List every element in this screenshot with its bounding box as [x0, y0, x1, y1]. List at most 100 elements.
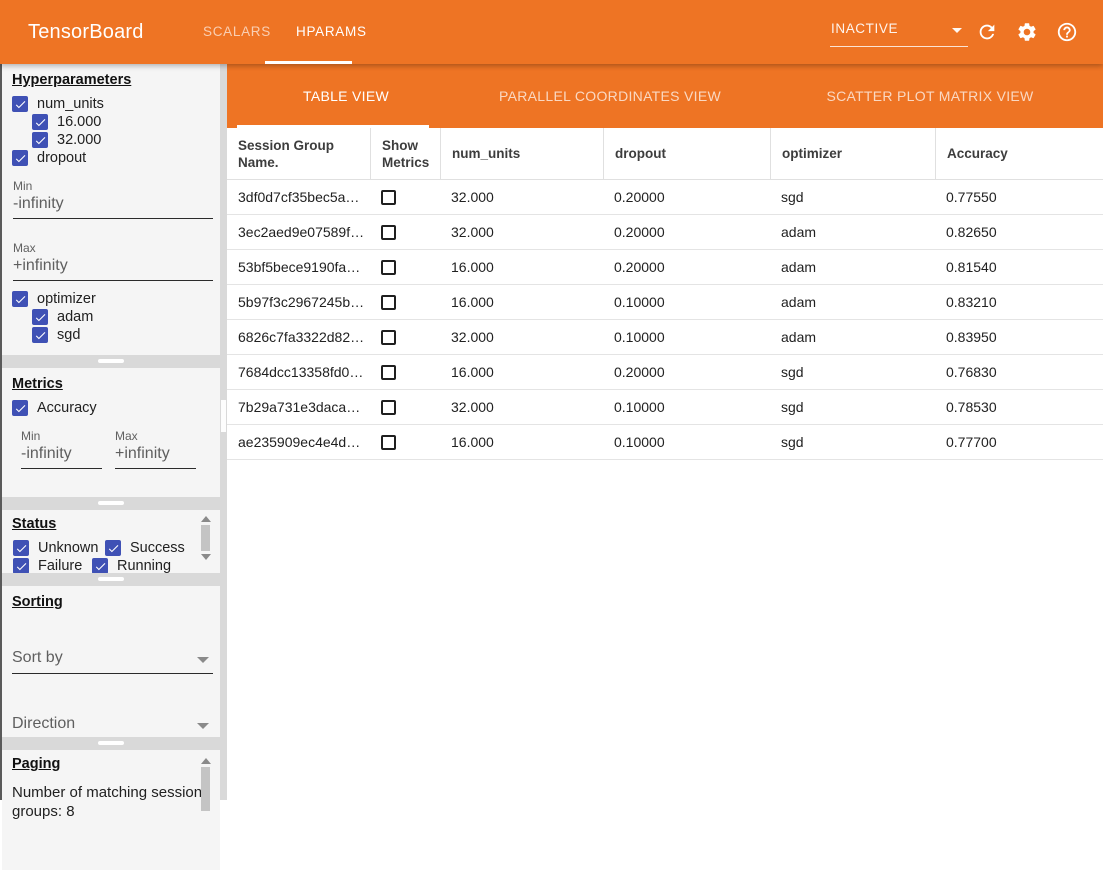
checked-checkbox-icon[interactable] — [13, 558, 29, 573]
section-divider — [2, 737, 220, 750]
optimizer-value: sgd — [770, 189, 935, 205]
session-group-name: 6826c7fa3322d82… — [227, 329, 370, 345]
scrollbar-thumb[interactable] — [201, 525, 210, 551]
sorting-panel: Sorting Sort by Direction — [2, 586, 220, 737]
checked-checkbox-icon[interactable] — [32, 309, 48, 325]
show-metrics-checkbox[interactable] — [381, 260, 396, 275]
sort-by-select[interactable]: Sort by — [12, 649, 213, 674]
main-content: TABLE VIEW PARALLEL COORDINATES VIEW SCA… — [227, 64, 1103, 800]
scroll-down-icon[interactable] — [201, 554, 211, 560]
refresh-button[interactable] — [976, 21, 998, 43]
direction-select[interactable]: Direction — [12, 715, 213, 737]
show-metrics-checkbox[interactable] — [381, 435, 396, 450]
status-failure[interactable]: Failure — [13, 558, 86, 573]
view-tabs-bar: TABLE VIEW PARALLEL COORDINATES VIEW SCA… — [227, 64, 1103, 128]
col-optimizer: optimizer — [770, 128, 935, 179]
table-row: ae235909ec4e4d… 16.000 0.10000 sgd 0.777… — [227, 425, 1103, 460]
show-metrics-checkbox[interactable] — [381, 330, 396, 345]
run-status-value: INACTIVE — [831, 21, 898, 36]
checked-checkbox-icon[interactable] — [12, 150, 28, 166]
table-row: 53bf5bece9190fa… 16.000 0.20000 adam 0.8… — [227, 250, 1103, 285]
session-group-name: 3df0d7cf35bec5a… — [227, 189, 370, 205]
dropout-max-field[interactable]: Max +infinity — [13, 241, 213, 281]
dropout-value: 0.20000 — [603, 364, 770, 380]
show-metrics-checkbox[interactable] — [381, 365, 396, 380]
optimizer-value: sgd — [770, 364, 935, 380]
hparam-dropout[interactable]: dropout — [2, 149, 220, 167]
resize-handle[interactable] — [98, 577, 124, 581]
table-row: 7684dcc13358fd0… 16.000 0.20000 sgd 0.76… — [227, 355, 1103, 390]
resize-handle[interactable] — [98, 741, 124, 745]
run-status-dropdown[interactable]: INACTIVE — [830, 15, 968, 47]
paging-scrollbar[interactable] — [199, 758, 212, 828]
status-unknown[interactable]: Unknown — [13, 540, 99, 556]
tab-scalars[interactable]: SCALARS — [203, 0, 271, 64]
status-title: Status — [12, 516, 56, 532]
session-group-name: 7684dcc13358fd0… — [227, 364, 370, 380]
scrollbar-thumb[interactable] — [201, 767, 210, 811]
hparam-value-32[interactable]: 32.000 — [2, 131, 220, 149]
sorting-title: Sorting — [12, 594, 63, 610]
session-group-name: 7b29a731e3daca… — [227, 399, 370, 415]
metric-max-field[interactable]: Max +infinity — [115, 429, 196, 469]
resize-handle[interactable] — [98, 501, 124, 505]
checked-checkbox-icon[interactable] — [105, 540, 121, 556]
tab-table-view[interactable]: TABLE VIEW — [303, 64, 389, 128]
col-accuracy: Accuracy — [935, 128, 1103, 179]
status-panel: Status Unknown Success Failure Running — [2, 510, 220, 573]
accuracy-value: 0.77700 — [935, 434, 1103, 450]
metric-accuracy[interactable]: Accuracy — [2, 399, 220, 417]
accuracy-value: 0.83210 — [935, 294, 1103, 310]
checked-checkbox-icon[interactable] — [32, 132, 48, 148]
scrollbar-thumb[interactable] — [221, 400, 226, 432]
status-scrollbar[interactable] — [199, 516, 212, 568]
sidebar-scrollbar[interactable] — [220, 64, 227, 800]
num-units-value: 16.000 — [440, 364, 603, 380]
hparam-optimizer[interactable]: optimizer — [2, 290, 220, 308]
optimizer-value: sgd — [770, 399, 935, 415]
show-metrics-checkbox[interactable] — [381, 190, 396, 205]
accuracy-value: 0.78530 — [935, 399, 1103, 415]
show-metrics-checkbox[interactable] — [381, 225, 396, 240]
status-success[interactable]: Success — [105, 540, 185, 556]
tab-scatter-plot-matrix-view[interactable]: SCATTER PLOT MATRIX VIEW — [826, 64, 1033, 128]
checked-checkbox-icon[interactable] — [12, 96, 28, 112]
table-body: 3df0d7cf35bec5a… 32.000 0.20000 sgd 0.77… — [227, 180, 1103, 460]
help-button[interactable] — [1056, 21, 1078, 43]
hparam-optimizer-adam[interactable]: adam — [2, 308, 220, 326]
checked-checkbox-icon[interactable] — [92, 558, 108, 573]
optimizer-value: adam — [770, 329, 935, 345]
optimizer-value: sgd — [770, 434, 935, 450]
table-header: Session Group Name. Show Metrics num_uni… — [227, 128, 1103, 180]
checked-checkbox-icon[interactable] — [12, 400, 28, 416]
dropout-min-field[interactable]: Min -infinity — [13, 179, 213, 219]
show-metrics-checkbox[interactable] — [381, 400, 396, 415]
col-show-metrics: Show Metrics — [370, 128, 440, 179]
resize-handle[interactable] — [98, 359, 124, 363]
hparam-optimizer-sgd[interactable]: sgd — [2, 326, 220, 344]
dropout-value: 0.20000 — [603, 224, 770, 240]
tab-hparams[interactable]: HPARAMS — [296, 0, 367, 64]
accuracy-value: 0.81540 — [935, 259, 1103, 275]
hparam-num-units[interactable]: num_units — [2, 95, 220, 113]
scroll-up-icon[interactable] — [201, 758, 211, 764]
chevron-down-icon — [952, 28, 962, 33]
checked-checkbox-icon[interactable] — [32, 114, 48, 130]
active-view-tab-indicator — [237, 125, 429, 128]
checked-checkbox-icon[interactable] — [32, 327, 48, 343]
hparam-value-16[interactable]: 16.000 — [2, 113, 220, 131]
status-running[interactable]: Running — [92, 558, 171, 573]
accuracy-value: 0.82650 — [935, 224, 1103, 240]
checked-checkbox-icon[interactable] — [13, 540, 29, 556]
scroll-up-icon[interactable] — [201, 516, 211, 522]
active-tab-indicator — [265, 61, 352, 64]
show-metrics-checkbox[interactable] — [381, 295, 396, 310]
paging-title: Paging — [12, 756, 60, 772]
tab-parallel-coordinates-view[interactable]: PARALLEL COORDINATES VIEW — [499, 64, 721, 128]
settings-button[interactable] — [1016, 21, 1038, 43]
metric-min-field[interactable]: Min -infinity — [21, 429, 102, 469]
num-units-value: 32.000 — [440, 329, 603, 345]
num-units-value: 16.000 — [440, 294, 603, 310]
checked-checkbox-icon[interactable] — [12, 291, 28, 307]
col-session-group-name: Session Group Name. — [227, 128, 370, 179]
